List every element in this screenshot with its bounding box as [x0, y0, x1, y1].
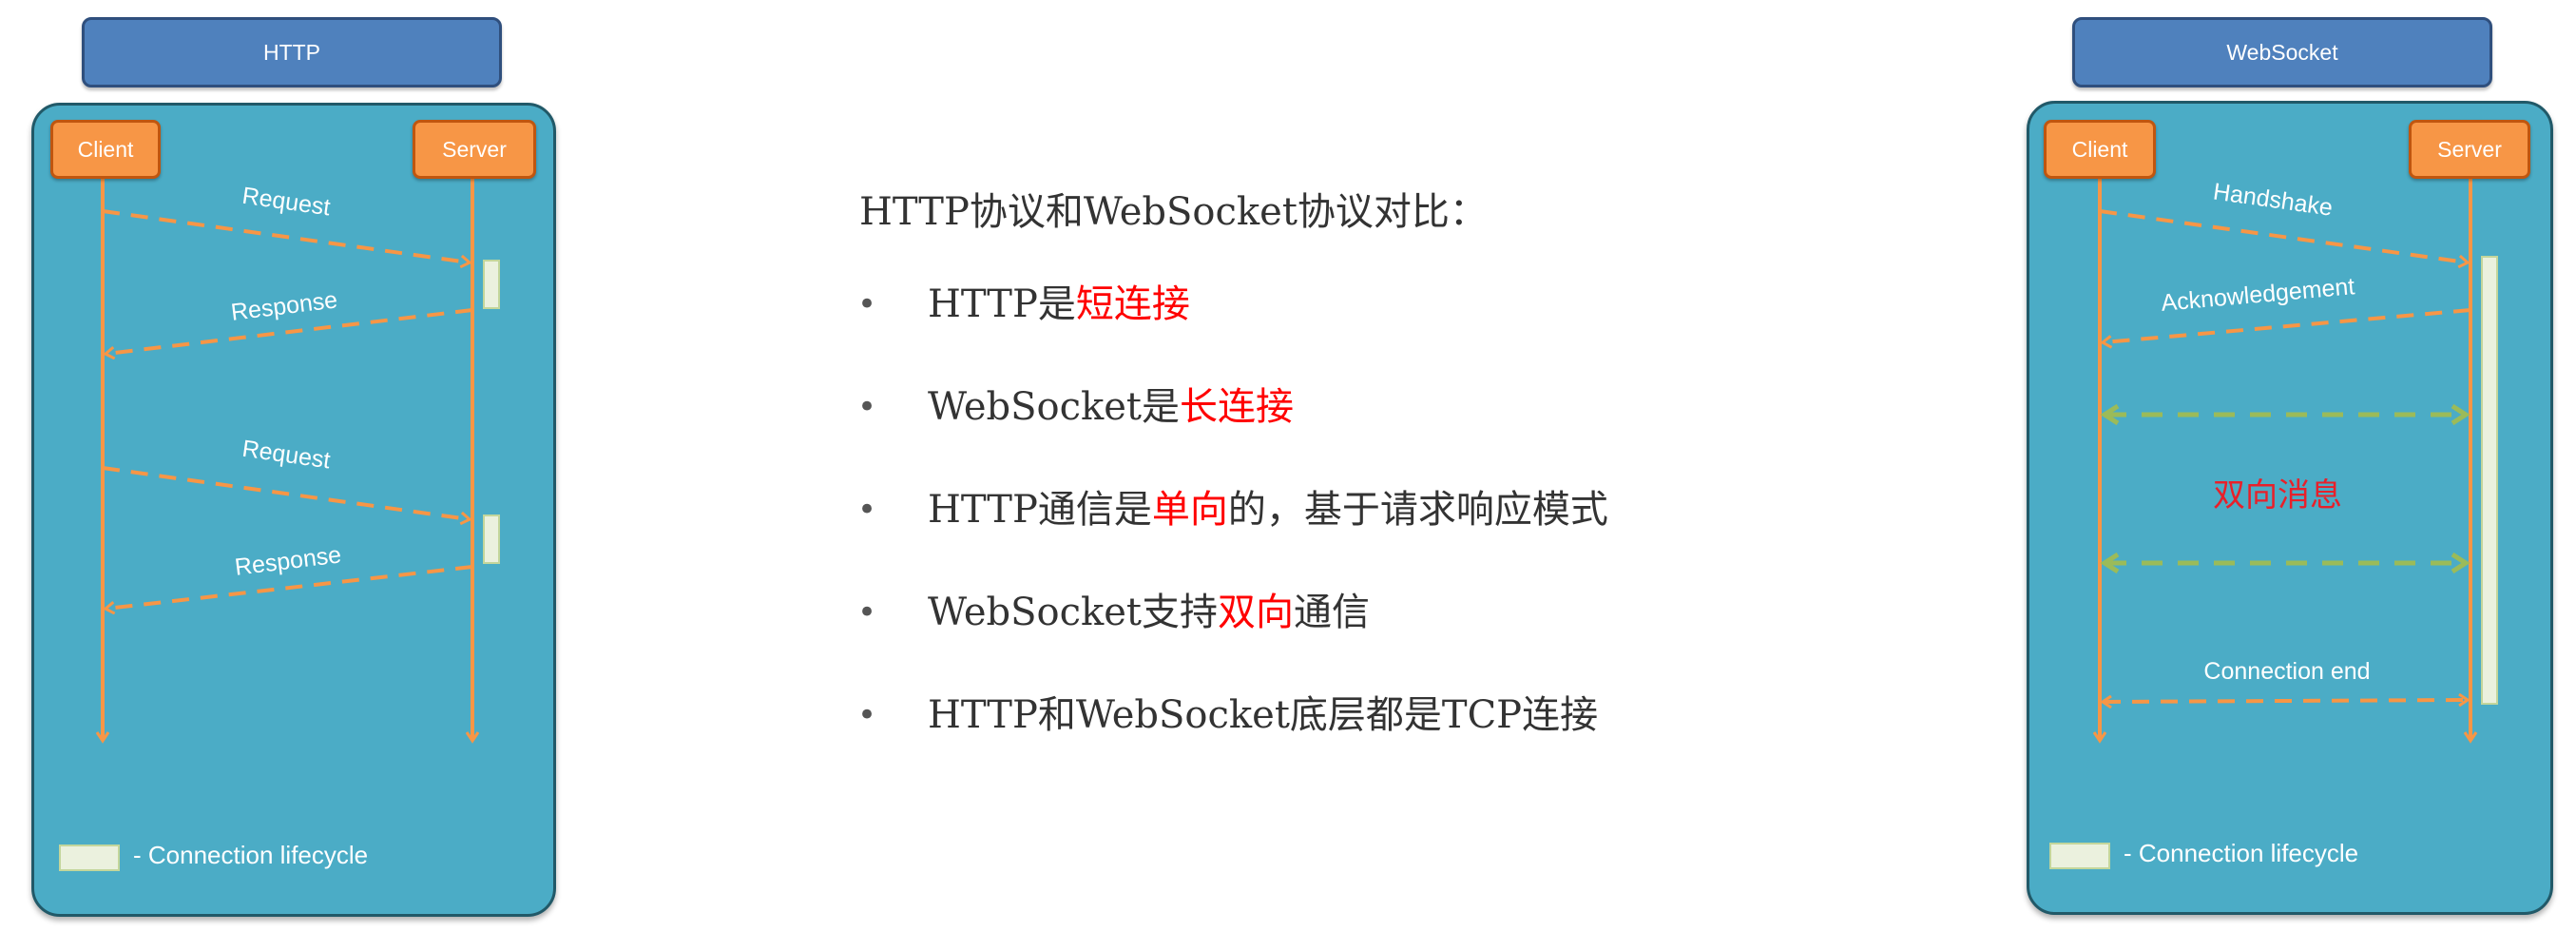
bullet-dot: •	[857, 388, 877, 426]
item-highlight: 长连接	[1180, 385, 1294, 429]
item-text-post: 通信	[1294, 591, 1370, 634]
comparison-heading: HTTP协议和WebSocket协议对比：	[859, 190, 1488, 234]
comparison-item: • HTTP是短连接	[855, 276, 1608, 379]
http-msg-label-3: Request	[240, 436, 332, 475]
ws-server-node: Server	[2409, 120, 2530, 179]
item-highlight: 短连接	[1075, 282, 1190, 326]
item-text-post: 的，基于请求响应模式	[1227, 488, 1608, 532]
item-text: HTTP通信是	[928, 488, 1152, 532]
comparison-item: • HTTP和WebSocket底层都是TCP连接	[855, 687, 1608, 789]
bullet-dot: •	[857, 696, 877, 734]
comparison-list: • HTTP是短连接 • WebSocket是长连接 • HTTP通信是单向的，…	[855, 276, 1608, 789]
item-highlight: 双向	[1218, 591, 1294, 634]
http-msg-label-4: Response	[233, 541, 342, 581]
comparison-item: • WebSocket支持双向通信	[855, 584, 1608, 687]
http-msg-label-2: Response	[229, 286, 338, 326]
ws-ack-arrow	[2104, 308, 2471, 342]
http-lifecycle-bar-2	[483, 515, 500, 564]
http-lifecycle-bar-1	[483, 260, 500, 309]
ws-server-label: Server	[2437, 136, 2502, 162]
http-server-node: Server	[413, 120, 536, 179]
ws-middle-label: 双向消息	[2213, 477, 2342, 514]
comparison-item: • HTTP通信是单向的，基于请求响应模式	[855, 481, 1608, 584]
ws-msg-label-1: Handshake	[2212, 178, 2335, 221]
bullet-dot: •	[857, 285, 877, 323]
ws-client-label: Client	[2071, 136, 2128, 162]
ws-legend-text: - Connection lifecycle	[2124, 839, 2359, 867]
bullet-dot: •	[857, 491, 877, 529]
ws-connection-end-arrow	[2104, 700, 2467, 702]
item-text: HTTP和WebSocket底层都是TCP连接	[928, 693, 1599, 737]
http-legend-swatch	[59, 845, 120, 871]
http-client-label: Client	[77, 136, 134, 162]
ws-client-node: Client	[2044, 120, 2156, 179]
http-request-arrow-1	[102, 209, 469, 262]
ws-legend-swatch	[2049, 843, 2110, 869]
ws-msg-label-2: Acknowledgement	[2160, 273, 2355, 317]
ws-lifecycle-bar	[2481, 256, 2498, 705]
comparison-item: • WebSocket是长连接	[855, 379, 1608, 481]
http-client-node: Client	[50, 120, 161, 179]
bullet-dot: •	[857, 593, 877, 631]
item-text: HTTP是	[928, 282, 1076, 326]
item-text: WebSocket是	[928, 385, 1180, 429]
http-request-arrow-2	[102, 466, 469, 519]
ws-end-label: Connection end	[2203, 658, 2370, 685]
http-server-label: Server	[442, 136, 507, 162]
item-text: WebSocket支持	[928, 591, 1218, 634]
item-highlight: 单向	[1151, 488, 1228, 532]
http-legend-text: - Connection lifecycle	[133, 841, 369, 869]
ws-handshake-arrow	[2099, 209, 2467, 262]
http-msg-label-1: Request	[240, 183, 332, 222]
